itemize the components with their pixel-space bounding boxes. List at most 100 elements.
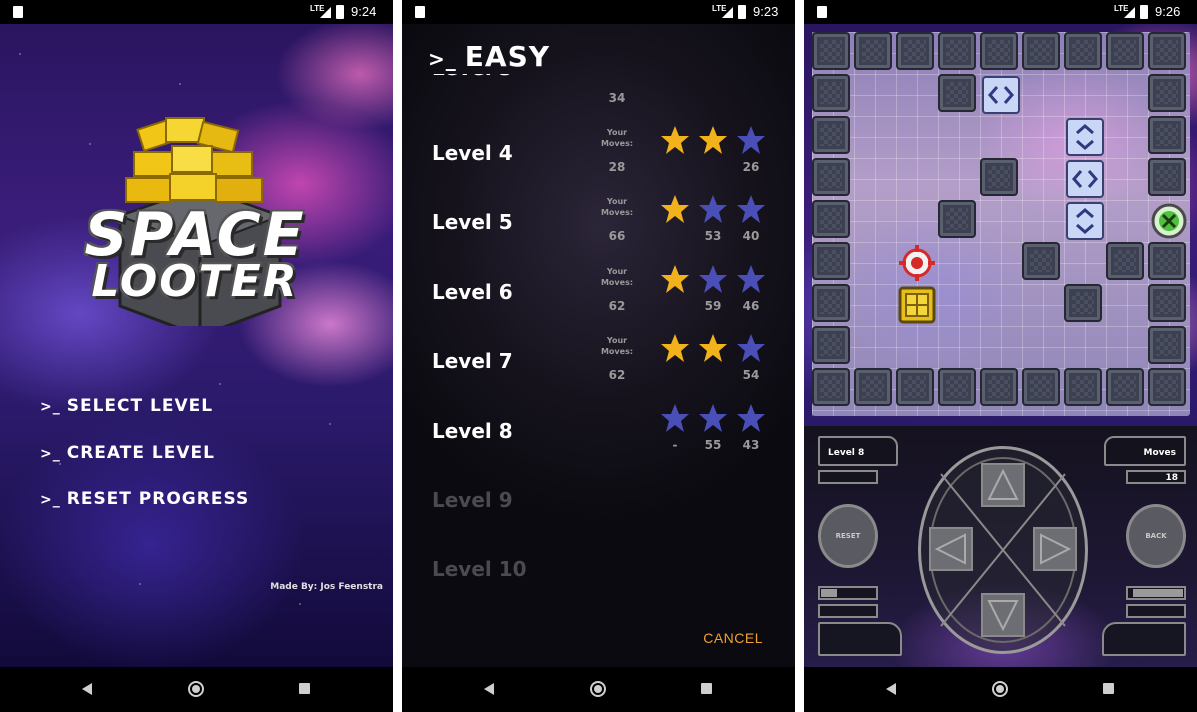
left-right-arrows-icon (1072, 170, 1098, 188)
navigation-bar (0, 667, 393, 712)
create-level-button[interactable]: >_ CREATE LEVEL (40, 443, 215, 463)
reset-label: RESET (835, 532, 861, 540)
level-panel: Level 8 (818, 436, 898, 466)
game-logo: SPACE LOOTER (40, 96, 350, 338)
blue-star-icon (736, 333, 766, 363)
wall-block (1148, 32, 1186, 70)
arrow-right-icon (1040, 533, 1072, 565)
wall-block (812, 32, 850, 70)
wall-block (812, 158, 850, 196)
battery-icon (738, 5, 746, 19)
level-row[interactable]: Level 6 Your Moves: 62 59 46 (402, 264, 795, 326)
reset-button[interactable]: RESET (818, 504, 878, 568)
blue-star-icon (698, 403, 728, 433)
game-board[interactable] (812, 32, 1190, 416)
prompt-icon: >_ (40, 399, 61, 415)
star-target-moves: 40 (742, 229, 760, 244)
right-gauge (1126, 586, 1186, 600)
wall-block (980, 368, 1018, 406)
left-subgauge (818, 604, 878, 618)
clock: 9:24 (351, 4, 377, 19)
right-subgauge (1126, 604, 1186, 618)
direction-pad (918, 446, 1088, 654)
wall-block (812, 368, 850, 406)
recents-icon[interactable] (701, 683, 712, 694)
down-button[interactable] (981, 593, 1025, 637)
menu-label: RESET PROGRESS (66, 489, 250, 509)
wall-block (1148, 326, 1186, 364)
wall-block (1106, 32, 1144, 70)
status-bar: LTE 9:23 (402, 0, 795, 24)
level-row[interactable]: Level 10 (402, 543, 795, 603)
up-down-arrows-icon (1076, 124, 1094, 150)
clock: 9:26 (1155, 4, 1181, 19)
difficulty-title: >_ EASY (428, 40, 550, 73)
wall-block (1148, 284, 1186, 322)
gold-star-icon (660, 333, 690, 363)
wall-block (938, 200, 976, 238)
up-button[interactable] (981, 463, 1025, 507)
level-row[interactable]: Level 7 Your Moves: 62 54 (402, 333, 795, 395)
wall-block (1148, 158, 1186, 196)
arrow-left-icon (934, 533, 966, 565)
level-name: Level 7 (432, 349, 513, 374)
level-row[interactable]: Level 9 (402, 474, 795, 534)
level-row-partial[interactable]: Level 3 34 (402, 66, 795, 126)
left-button[interactable] (929, 527, 973, 571)
reset-progress-button[interactable]: >_ RESET PROGRESS (40, 489, 249, 509)
your-moves-label: Your Moves: (600, 197, 634, 218)
wall-block (1106, 368, 1144, 406)
blue-star-icon (736, 403, 766, 433)
level-name: Level 5 (432, 210, 513, 235)
wall-block (938, 32, 976, 70)
wall-block (1022, 32, 1060, 70)
target-crosshair-icon (898, 244, 936, 282)
recents-icon[interactable] (1103, 683, 1114, 694)
level-row[interactable]: Level 8 - 55 43 (402, 403, 795, 465)
moves-panel: Moves (1104, 436, 1186, 466)
level-row[interactable]: Level 5 Your Moves: 66 53 40 (402, 195, 795, 256)
wall-block (854, 32, 892, 70)
up-down-arrows-icon (1076, 208, 1094, 234)
logo-title-line2: LOOTER (91, 256, 299, 307)
cancel-button[interactable]: CANCEL (703, 630, 763, 646)
level-label: Level 8 (828, 448, 865, 458)
player-crate-icon (898, 286, 936, 324)
gold-star-icon (660, 264, 690, 294)
home-icon[interactable] (992, 681, 1008, 697)
moves-subpanel: 18 (1126, 470, 1186, 484)
right-gauge-fill (1133, 589, 1183, 597)
left-right-arrows-icon (988, 86, 1014, 104)
wall-block (1148, 116, 1186, 154)
horizontal-slider-block (982, 76, 1020, 114)
wall-block (812, 116, 850, 154)
wall-block (812, 74, 850, 112)
wall-block (1148, 242, 1186, 280)
back-button[interactable]: BACK (1126, 504, 1186, 568)
back-icon[interactable] (82, 683, 92, 695)
vertical-slider-block (1066, 118, 1104, 156)
wall-block (812, 326, 850, 364)
battery-icon (1140, 5, 1148, 19)
select-level-button[interactable]: >_ SELECT LEVEL (40, 396, 213, 416)
gold-star-icon (698, 125, 728, 155)
back-label: BACK (1145, 532, 1167, 540)
right-button[interactable] (1033, 527, 1077, 571)
your-moves-value: 62 (608, 298, 626, 313)
home-icon[interactable] (188, 681, 204, 697)
recents-icon[interactable] (299, 683, 310, 694)
left-bottom-panel (818, 622, 902, 656)
wall-block (1148, 368, 1186, 406)
blue-star-icon (736, 264, 766, 294)
arrow-up-icon (987, 468, 1019, 500)
signal-icon (1124, 7, 1135, 18)
star-target-moves: 54 (742, 368, 760, 383)
signal-icon (722, 7, 733, 18)
back-icon[interactable] (484, 683, 494, 695)
wall-block (1022, 368, 1060, 406)
your-moves-value: 28 (608, 160, 626, 174)
back-icon[interactable] (886, 683, 896, 695)
gold-star-icon (660, 125, 690, 155)
level-row[interactable]: Level 4 Your Moves: 28 26 (402, 125, 795, 187)
home-icon[interactable] (590, 681, 606, 697)
